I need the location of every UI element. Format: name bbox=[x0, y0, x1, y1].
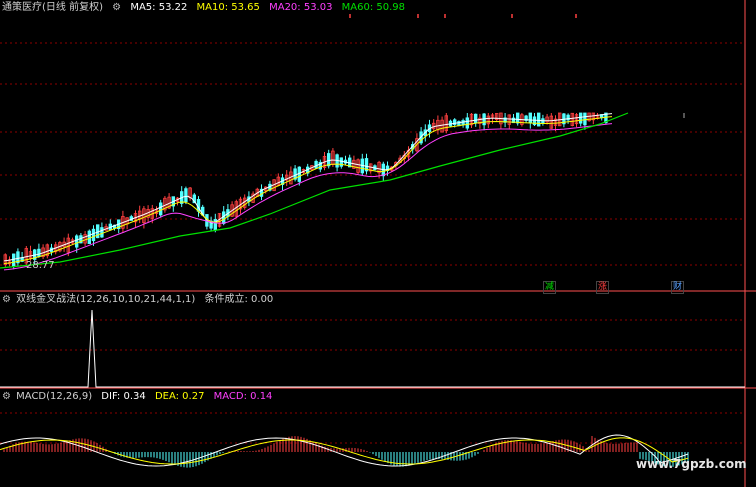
flag-rise[interactable]: 涨 bbox=[596, 281, 610, 294]
macd-dea: DEA: 0.27 bbox=[154, 391, 205, 402]
candle bbox=[528, 112, 532, 124]
settings-icon[interactable]: ⚙ bbox=[2, 294, 11, 305]
candle bbox=[583, 112, 587, 126]
candle bbox=[37, 248, 41, 257]
candle bbox=[326, 153, 331, 167]
candle bbox=[100, 227, 104, 238]
candle bbox=[579, 112, 583, 124]
candle bbox=[465, 117, 469, 129]
price-panel-header: 通策医疗(日线 前复权) ⚙ MA5: 53.22 MA10: 53.65 MA… bbox=[2, 2, 411, 14]
stock-name: 通策医疗(日线 前复权) bbox=[2, 2, 103, 13]
indicator-panel-header: ⚙ 双线金叉战法(12,26,10,10,21,44,1,1) 条件成立: 0.… bbox=[2, 294, 279, 306]
macd-title: MACD(12,26,9) bbox=[16, 391, 93, 402]
ma5-value: MA5: 53.22 bbox=[130, 2, 188, 13]
indicator-title: 双线金叉战法(12,26,10,10,21,44,1,1) bbox=[16, 294, 196, 305]
candle bbox=[537, 112, 541, 127]
ma10-value: MA10: 53.65 bbox=[196, 2, 260, 13]
watermark: www.7gpzb.com bbox=[636, 457, 747, 471]
flag-reduce[interactable]: 减 bbox=[543, 281, 557, 294]
candle bbox=[473, 113, 478, 124]
ma60-line bbox=[0, 112, 629, 269]
candle bbox=[516, 112, 520, 124]
ma10-line bbox=[3, 116, 613, 264]
indicator-line bbox=[0, 309, 745, 388]
indicator-status: 条件成立: 0.00 bbox=[204, 294, 274, 305]
candle bbox=[11, 253, 16, 267]
candle bbox=[314, 160, 318, 169]
ma60-value: MA60: 50.98 bbox=[341, 2, 406, 13]
candle bbox=[91, 228, 96, 242]
flag-finance[interactable]: 财 bbox=[671, 281, 685, 294]
settings-icon[interactable]: ⚙ bbox=[112, 2, 121, 13]
candle bbox=[184, 188, 188, 203]
macd-value: MACD: 0.14 bbox=[213, 391, 273, 402]
macd-panel-header: ⚙ MACD(12,26,9) DIF: 0.34 DEA: 0.27 MACD… bbox=[2, 391, 278, 403]
low-price-label: 28.77 bbox=[26, 260, 55, 271]
candle bbox=[87, 230, 91, 245]
candle bbox=[75, 235, 79, 248]
stock-chart[interactable] bbox=[0, 0, 756, 487]
settings-icon[interactable]: ⚙ bbox=[2, 391, 11, 402]
candle bbox=[158, 202, 163, 216]
candle bbox=[297, 166, 301, 182]
candle bbox=[221, 211, 226, 224]
macd-dif: DIF: 0.34 bbox=[101, 391, 146, 402]
ma20-value: MA20: 53.03 bbox=[269, 2, 333, 13]
